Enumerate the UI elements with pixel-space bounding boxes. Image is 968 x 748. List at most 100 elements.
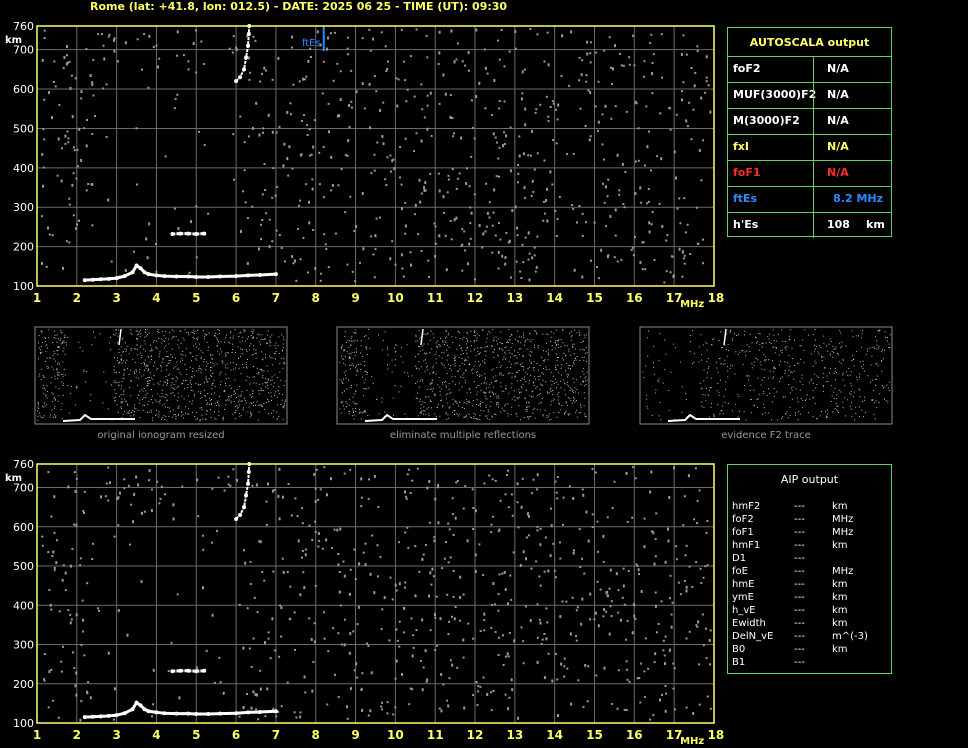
- x-tick-label: 10: [387, 291, 404, 305]
- aip-output-table: AIP output hmF2 --- km foF2 --- MHz foF1 --- MHz…: [727, 464, 892, 674]
- aip-parameter-label: foE: [732, 566, 748, 577]
- x-tick-label: 10: [387, 728, 404, 742]
- aip-parameter-label: B1: [732, 657, 746, 668]
- x-tick-label: 7: [272, 291, 280, 305]
- autoscala-output-table: AUTOSCALA output foF2 N/A MUF(3000)F2 N/A M(…: [727, 27, 892, 238]
- aip-parameter-label: hmF1: [732, 540, 761, 551]
- ionogram-plot-2: 760700600500400300200100km1 2 3 4 5 6 7 8 9 10 11 1…: [5, 458, 724, 747]
- autoscala-row: h'Es 108 km: [728, 212, 891, 238]
- y-tick-label: 400: [13, 162, 34, 175]
- autoscala-parameter-label: foF1: [733, 166, 761, 179]
- x-tick-label: 14: [546, 291, 563, 305]
- aip-parameter-unit: MHz: [832, 514, 854, 525]
- x-tick-label: 3: [112, 291, 120, 305]
- autoscala-parameter-label: fxI: [733, 140, 749, 153]
- aip-parameter-unit: km: [832, 618, 848, 629]
- aip-parameter-value: ---: [794, 553, 805, 564]
- aip-parameter-unit: km: [832, 605, 848, 616]
- thumbnail-e-trace: [62, 413, 135, 422]
- aip-parameter-value: ---: [794, 618, 805, 629]
- autoscala-column-divider: [813, 161, 814, 186]
- autoscala-row: ftEs 8.2 MHz: [728, 186, 891, 212]
- x-tick-label: 12: [467, 291, 484, 305]
- x-tick-label: 7: [272, 728, 280, 742]
- y-tick-label: 100: [13, 280, 34, 293]
- y-axis-label: km: [5, 473, 22, 484]
- y-axis-label: km: [5, 35, 22, 46]
- x-tick-label: 8: [312, 728, 320, 742]
- aip-parameter-label: B0: [732, 644, 746, 655]
- aip-parameter-label: hmE: [732, 579, 755, 590]
- x-tick-label: 2: [73, 291, 81, 305]
- x-tick-label: 1: [33, 291, 41, 305]
- aip-row: foF1 --- MHz: [728, 527, 891, 540]
- aip-row: B1 ---: [728, 657, 891, 670]
- autoscala-parameter-label: M(3000)F2: [733, 114, 800, 127]
- aip-parameter-label: ymE: [732, 592, 754, 603]
- autoscala-parameter-value: N/A: [827, 140, 849, 153]
- autoscala-column-divider: [813, 187, 814, 212]
- thumbnail-frame: [34, 326, 288, 425]
- aip-parameter-value: ---: [794, 592, 805, 603]
- aip-row: B0 --- km: [728, 644, 891, 657]
- x-tick-label: 11: [427, 728, 444, 742]
- thumbnail-f-trace: [723, 328, 727, 346]
- autoscala-parameter-value: N/A: [827, 114, 849, 127]
- autoscala-row: foF1 N/A: [728, 160, 891, 186]
- thumbnail-e-trace: [667, 413, 740, 422]
- aip-parameter-value: ---: [794, 540, 805, 551]
- x-tick-label: 12: [467, 728, 484, 742]
- aip-parameter-value: ---: [794, 605, 805, 616]
- x-tick-label: 1: [33, 728, 41, 742]
- ftEs-annotation-label: ftEs: [302, 38, 321, 49]
- autoscala-column-divider: [813, 135, 814, 160]
- x-tick-label: 11: [427, 291, 444, 305]
- aip-parameter-value: ---: [794, 631, 805, 642]
- y-tick-label: 500: [13, 560, 34, 573]
- x-tick-label: 5: [192, 291, 200, 305]
- x-axis-label: MHz: [680, 736, 704, 747]
- x-tick-label: 15: [586, 291, 603, 305]
- x-tick-label: 4: [152, 728, 160, 742]
- x-tick-label: 13: [506, 728, 523, 742]
- x-tick-label: 9: [351, 291, 359, 305]
- x-tick-label: 14: [546, 728, 563, 742]
- y-tick-label: 200: [13, 241, 34, 254]
- aip-row: hmF1 --- km: [728, 540, 891, 553]
- aip-row: ymE --- km: [728, 592, 891, 605]
- aip-parameter-unit: km: [832, 540, 848, 551]
- aip-parameter-label: foF1: [732, 527, 754, 538]
- autoscala-parameter-unit: km: [866, 218, 885, 231]
- aip-parameter-value: ---: [794, 527, 805, 538]
- autoscala-parameter-label: h'Es: [733, 218, 759, 231]
- aip-parameter-value: ---: [794, 579, 805, 590]
- trace-line: [84, 700, 276, 719]
- thumbnail-noise: [642, 329, 891, 421]
- thumbnail-caption-original: original ionogram resized: [97, 430, 225, 441]
- x-tick-label: 16: [626, 291, 643, 305]
- y-tick-label: 100: [13, 717, 34, 730]
- thumbnail-f-trace: [420, 328, 424, 346]
- aip-parameter-unit: km: [832, 592, 848, 603]
- aip-row: DelN_vE --- m^(-3): [728, 631, 891, 644]
- y-tick-label: 200: [13, 678, 34, 691]
- aip-parameter-label: Ewidth: [732, 618, 766, 629]
- aip-parameter-unit: m^(-3): [832, 631, 868, 642]
- aip-row: foE --- MHz: [728, 566, 891, 579]
- x-tick-label: 5: [192, 728, 200, 742]
- aip-row: foF2 --- MHz: [728, 514, 891, 527]
- autoscala-parameter-label: foF2: [733, 62, 761, 75]
- x-tick-label: 6: [232, 728, 240, 742]
- aip-parameter-label: foF2: [732, 514, 754, 525]
- autoscala-parameter-value: N/A: [827, 62, 849, 75]
- x-tick-label: 8: [312, 291, 320, 305]
- autoscala-row: foF2 N/A: [728, 56, 891, 82]
- y-tick-label: 400: [13, 599, 34, 612]
- thumbnail-frame: [639, 326, 893, 425]
- y-tick-label: 760: [13, 458, 34, 471]
- x-axis-label: MHz: [680, 299, 704, 310]
- aip-parameter-unit: km: [832, 579, 848, 590]
- y-tick-label: 500: [13, 122, 34, 135]
- thumbnail-caption-eliminate: eliminate multiple reflections: [389, 430, 537, 441]
- x-tick-label: 6: [232, 291, 240, 305]
